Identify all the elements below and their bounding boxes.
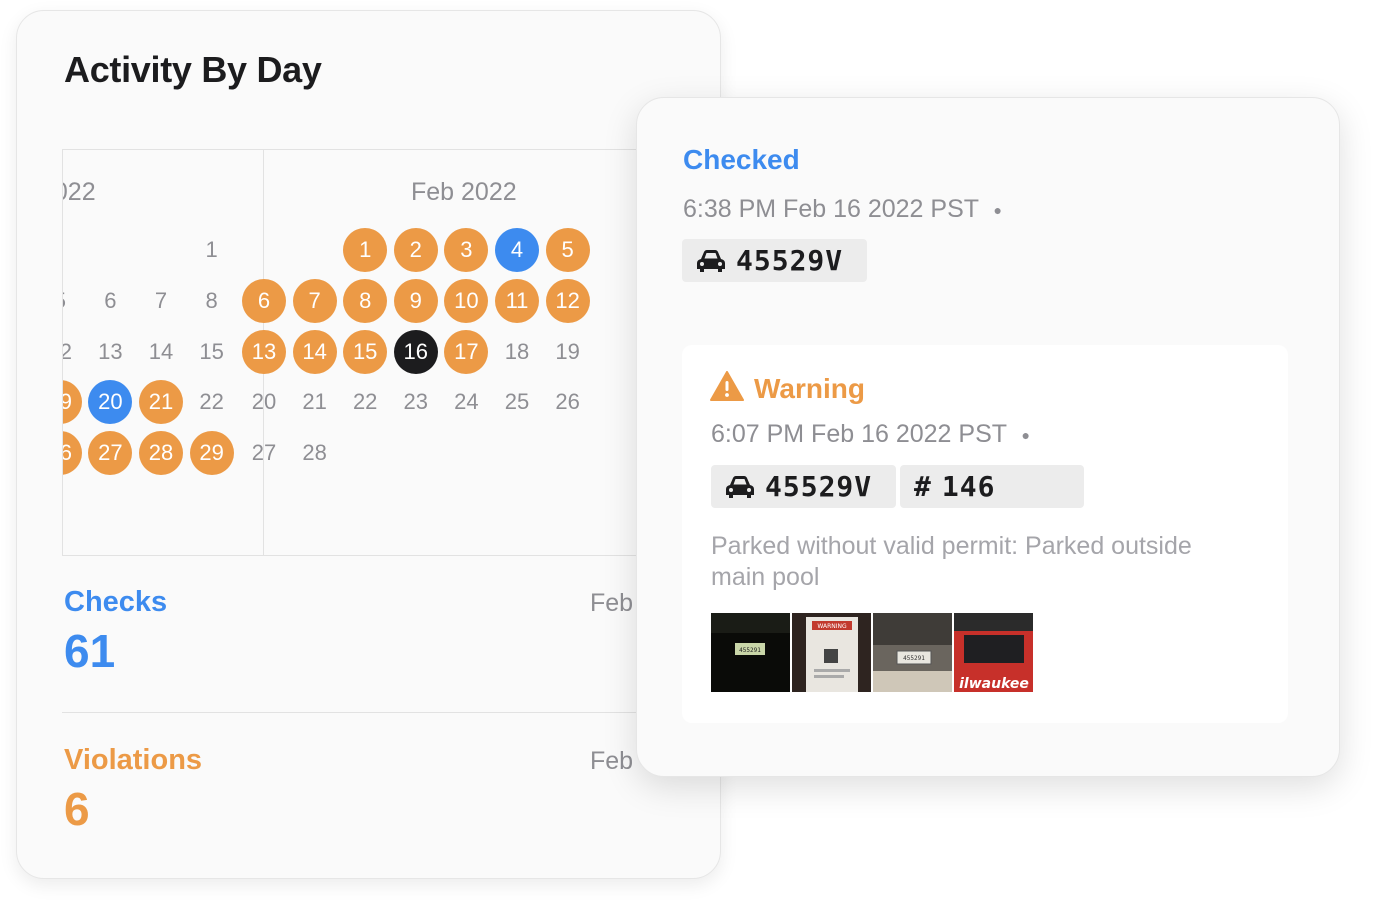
card-title: Activity By Day <box>64 49 322 90</box>
calendar-day[interactable]: 21 <box>139 380 183 425</box>
calendar-day[interactable]: 1 <box>190 228 234 272</box>
checks-label: Checks <box>64 586 168 618</box>
photo-thumbnail-4[interactable]: ilwaukee <box>954 613 1033 692</box>
plate-number: 45529V <box>736 244 844 277</box>
month-label-jan: 2022 <box>63 178 96 206</box>
calendar-day[interactable]: 24 <box>444 380 488 424</box>
calendar-day[interactable]: 16 <box>393 329 438 374</box>
photo-thumbnail-2[interactable]: WARNING <box>792 613 871 692</box>
calendar-day[interactable]: 19 <box>546 330 590 374</box>
calendar-day[interactable]: 6 <box>242 278 286 323</box>
calendar-day[interactable]: 28 <box>139 431 183 476</box>
thumb-1-plate-text: 455291 <box>739 647 761 654</box>
checked-status[interactable]: Checked <box>683 144 800 176</box>
stats-divider <box>62 712 702 713</box>
screen: Activity By Day 2022 Feb 2022 1567812131… <box>0 0 1389 900</box>
calendar-day[interactable]: 13 <box>88 330 132 374</box>
calendar-day[interactable]: 21 <box>293 380 337 424</box>
calendar-day[interactable]: 5 <box>63 279 82 323</box>
calendar-day[interactable]: 20 <box>88 380 133 425</box>
calendar-day[interactable]: 23 <box>394 380 438 424</box>
checked-plate-tag[interactable]: 45529V <box>682 239 867 282</box>
plate-number: 45529V <box>765 470 873 503</box>
calendar-day[interactable]: 19 <box>63 380 82 425</box>
violations-label: Violations <box>64 744 203 776</box>
calendar-day[interactable]: 27 <box>242 431 286 475</box>
calendar-day[interactable]: 11 <box>495 278 539 323</box>
photo-thumbnail-1[interactable]: 455291 <box>711 613 790 692</box>
photo-thumbnail-3[interactable]: 455291 <box>873 613 952 692</box>
checks-count: 61 <box>64 625 116 677</box>
calendar-day[interactable]: 15 <box>190 330 234 374</box>
permit-number: 146 <box>941 470 996 503</box>
calendar-day[interactable]: 4 <box>495 228 539 272</box>
calendar-day[interactable]: 26 <box>546 380 590 424</box>
month-label-feb: Feb 2022 <box>411 178 517 206</box>
calendar-day[interactable]: 7 <box>139 279 183 323</box>
calendar-day[interactable]: 22 <box>343 380 387 424</box>
warning-event[interactable]: Warning 6:07 PM Feb 16 2022 PST ● 45529V… <box>682 345 1288 723</box>
warning-triangle-icon <box>710 371 744 406</box>
event-detail-card: Checked 6:38 PM Feb 16 2022 PST ● 45529V <box>636 97 1340 777</box>
warning-plate-tag[interactable]: 45529V <box>711 465 896 508</box>
calendar-day[interactable]: 8 <box>190 279 234 323</box>
calendar-day[interactable]: 20 <box>242 380 286 424</box>
calendar: 2022 Feb 2022 15678121314151920212226272… <box>62 149 703 556</box>
calendar-day[interactable]: 3 <box>444 228 489 272</box>
calendar-day[interactable]: 18 <box>495 330 539 374</box>
violations-date: Feb <box>590 747 634 775</box>
calendar-day[interactable]: 12 <box>63 330 82 374</box>
violations-count: 6 <box>64 783 90 835</box>
calendar-day[interactable]: 10 <box>444 278 489 323</box>
calendar-day[interactable]: 26 <box>63 431 82 476</box>
thumb-2-warning-text: WARNING <box>817 623 847 630</box>
violation-note: Parked without valid permit: Parked outs… <box>711 532 1192 591</box>
calendar-day[interactable]: 9 <box>393 278 438 323</box>
calendar-day[interactable]: 2 <box>393 228 438 272</box>
checked-timestamp: 6:38 PM Feb 16 2022 PST ● <box>683 195 1002 223</box>
car-icon <box>696 249 726 273</box>
calendar-day[interactable]: 15 <box>343 329 388 374</box>
calendar-day[interactable]: 17 <box>444 329 489 374</box>
calendar-day[interactable]: 5 <box>545 228 590 272</box>
permit-tag[interactable]: # 146 <box>900 465 1084 508</box>
checks-date: Feb <box>590 589 634 617</box>
thumb-4-brand-text: ilwaukee <box>959 676 1029 692</box>
car-icon <box>725 475 755 499</box>
dot-separator-icon: ● <box>1021 427 1030 444</box>
calendar-day[interactable]: 12 <box>545 278 590 323</box>
calendar-day[interactable]: 6 <box>88 279 132 323</box>
calendar-day[interactable]: 28 <box>293 431 337 475</box>
calendar-day[interactable]: 29 <box>189 431 234 476</box>
warning-status: Warning <box>754 373 865 404</box>
calendar-day[interactable]: 25 <box>495 380 539 424</box>
dot-separator-icon: ● <box>993 202 1002 219</box>
thumb-3-plate-text: 455291 <box>903 655 925 662</box>
calendar-day[interactable]: 27 <box>88 431 133 476</box>
calendar-day[interactable]: 14 <box>139 330 183 374</box>
calendar-day[interactable]: 1 <box>343 228 388 272</box>
calendar-day[interactable]: 8 <box>343 278 388 323</box>
calendar-day[interactable]: 7 <box>292 278 337 323</box>
calendar-day[interactable]: 22 <box>190 380 234 424</box>
hash-icon: # <box>914 470 932 503</box>
warning-timestamp: 6:07 PM Feb 16 2022 PST ● <box>711 420 1030 448</box>
calendar-day[interactable]: 13 <box>242 329 286 374</box>
calendar-day[interactable]: 14 <box>292 329 337 374</box>
activity-card: Activity By Day 2022 Feb 2022 1567812131… <box>16 10 721 879</box>
